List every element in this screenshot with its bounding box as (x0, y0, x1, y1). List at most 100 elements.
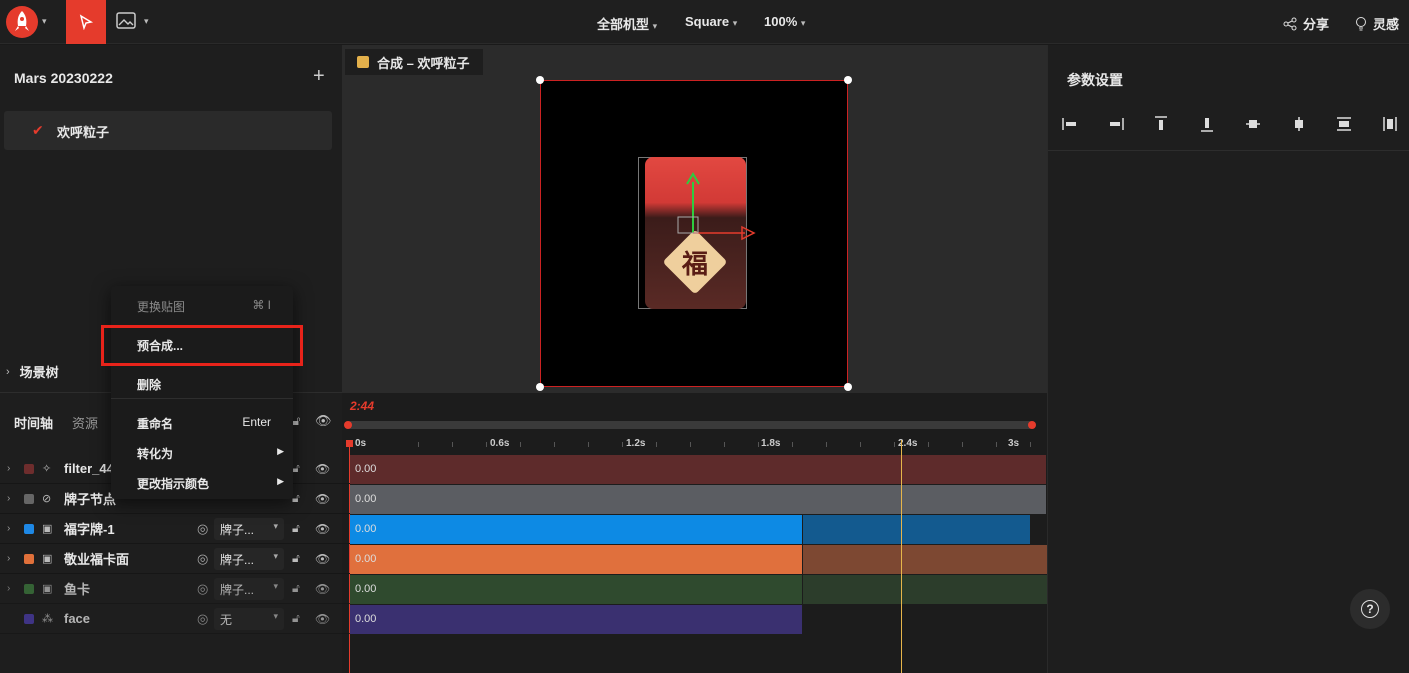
layer-row[interactable]: › ▣ 鱼卡 ◎ 牌子... ▾ 🔓︎ 👁︎ (0, 574, 350, 604)
time-ruler[interactable]: 0s 0.6s 1.2s 1.8s 2.4s 3s (350, 438, 1046, 454)
device-select[interactable]: 全部机型 ▾ (597, 14, 657, 33)
track: 0.00 (350, 485, 1046, 514)
layer-row[interactable]: ⁂ face ◎ 无 ▾ 🔓︎ 👁︎ (0, 604, 350, 634)
scroll-end-handle[interactable] (1028, 421, 1036, 429)
eye-icon[interactable]: 👁︎ (315, 582, 330, 596)
resize-handle[interactable] (844, 383, 852, 391)
align-right-icon[interactable] (1108, 116, 1124, 132)
playhead-handle[interactable] (346, 440, 353, 447)
clip-value: 0.00 (355, 613, 377, 625)
spiral-icon: ◎ (197, 520, 209, 536)
scroll-start-handle[interactable] (344, 421, 352, 429)
aspect-select[interactable]: Square ▾ (685, 14, 737, 29)
lock-all-icon[interactable]: 🔓︎ (292, 413, 300, 429)
expand-chevron-icon[interactable]: › (7, 493, 10, 504)
image-tool-button[interactable] (116, 12, 136, 33)
lock-icon[interactable]: 🔓︎ (292, 491, 300, 506)
clip-bar[interactable]: 0.00 (350, 575, 802, 604)
menu-item[interactable]: 重命名 (137, 415, 173, 432)
lock-icon[interactable]: 🔓︎ (292, 521, 300, 536)
eye-icon[interactable]: 👁︎ (315, 492, 330, 506)
parent-select[interactable]: 无 ▾ (214, 607, 284, 630)
clip-bar[interactable]: 0.00 (350, 545, 802, 574)
resize-handle[interactable] (536, 383, 544, 391)
image-tool-chevron-icon[interactable]: ▾ (144, 16, 149, 27)
distribute-vertical-icon[interactable] (1336, 116, 1352, 132)
clip-bar[interactable]: 0.00 (350, 455, 1046, 484)
select-tool-button[interactable] (66, 0, 106, 44)
menu-item[interactable]: 删除 (137, 376, 161, 393)
parent-select[interactable]: 牌子... ▾ (214, 547, 284, 570)
logo-menu-chevron-icon[interactable]: ▾ (42, 16, 47, 27)
clip-bar[interactable]: 0.00 (350, 605, 802, 634)
eye-icon[interactable]: 👁︎ (315, 522, 330, 536)
eye-all-icon[interactable]: 👁︎ (315, 413, 332, 429)
tick-mark (452, 442, 453, 447)
add-composition-button[interactable]: + (313, 65, 325, 88)
expand-chevron-icon[interactable]: › (7, 583, 10, 594)
eye-icon[interactable]: 👁︎ (315, 552, 330, 566)
right-panel: 参数设置 (1047, 45, 1409, 673)
layer-color-swatch[interactable] (24, 613, 34, 624)
eye-icon[interactable]: 👁︎ (315, 462, 330, 476)
marker-line[interactable] (901, 440, 902, 673)
layer-name[interactable]: 鱼卡 (64, 579, 90, 598)
layer-row[interactable]: › ▣ 敬业福卡面 ◎ 牌子... ▾ 🔓︎ 👁︎ (0, 544, 350, 574)
rocket-logo-icon[interactable] (6, 6, 38, 38)
layer-color-swatch[interactable] (24, 583, 34, 594)
lock-icon[interactable]: 🔓︎ (292, 551, 300, 566)
expand-chevron-icon[interactable]: › (7, 523, 10, 534)
align-left-icon[interactable] (1062, 116, 1078, 132)
resize-handle[interactable] (844, 76, 852, 84)
image-icon: ▣ (42, 553, 53, 565)
lock-icon[interactable]: 🔓︎ (292, 581, 300, 596)
clip-bar[interactable]: 0.00 (350, 515, 802, 544)
share-button[interactable]: 分享 (1283, 14, 1329, 33)
clip-value: 0.00 (355, 463, 377, 475)
composition-tab[interactable]: 合成 – 欢呼粒子 (345, 49, 484, 75)
clip-tail[interactable] (803, 515, 1030, 544)
layer-name[interactable]: filter_44 (64, 461, 114, 476)
distribute-horizontal-icon[interactable] (1382, 116, 1398, 132)
tab-timeline[interactable]: 时间轴 (14, 413, 53, 432)
layer-row[interactable]: › ▣ 福字牌-1 ◎ 牌子... ▾ 🔓︎ 👁︎ (0, 514, 350, 544)
tab-resources[interactable]: 资源 (72, 413, 98, 432)
help-button[interactable]: ? (1350, 589, 1390, 629)
clip-tail[interactable] (803, 575, 1047, 604)
tick-mark (724, 442, 725, 447)
lock-icon[interactable]: 🔓︎ (292, 461, 300, 476)
layer-color-swatch[interactable] (24, 553, 34, 564)
zoom-select[interactable]: 100% ▾ (764, 14, 805, 29)
composition-item[interactable]: ✔ 欢呼粒子 (4, 111, 332, 150)
chevron-down-icon: ▾ (273, 610, 278, 621)
layer-name[interactable]: 牌子节点 (64, 489, 116, 508)
inspire-button[interactable]: 灵感 (1355, 14, 1399, 33)
align-top-icon[interactable] (1153, 116, 1169, 132)
align-hcenter-icon[interactable] (1291, 116, 1307, 132)
transform-gizmo-icon[interactable] (670, 170, 760, 245)
layer-color-swatch[interactable] (24, 523, 34, 534)
time-scrollbar[interactable] (344, 421, 1036, 429)
layer-color-swatch[interactable] (24, 493, 34, 504)
align-vcenter-icon[interactable] (1245, 116, 1261, 132)
track: 0.00 (350, 605, 1046, 634)
resize-handle[interactable] (536, 76, 544, 84)
layer-name[interactable]: 敬业福卡面 (64, 549, 129, 568)
clip-tail[interactable] (803, 545, 1047, 574)
layer-name[interactable]: face (64, 611, 90, 626)
tick-mark (622, 442, 623, 447)
eye-icon[interactable]: 👁︎ (315, 612, 330, 626)
expand-chevron-icon[interactable]: › (7, 553, 10, 564)
menu-item[interactable]: 转化为 (137, 445, 173, 462)
align-bottom-icon[interactable] (1199, 116, 1215, 132)
tick-mark (860, 442, 861, 447)
composition-tab-icon (357, 56, 369, 68)
layer-color-swatch[interactable] (24, 463, 34, 474)
lock-icon[interactable]: 🔓︎ (292, 611, 300, 626)
clip-bar[interactable]: 0.00 (350, 485, 1046, 514)
layer-name[interactable]: 福字牌-1 (64, 519, 115, 538)
menu-item[interactable]: 更改指示颜色 (137, 475, 209, 492)
parent-select[interactable]: 牌子... ▾ (214, 517, 284, 540)
parent-select[interactable]: 牌子... ▾ (214, 577, 284, 600)
expand-chevron-icon[interactable]: › (7, 463, 10, 474)
